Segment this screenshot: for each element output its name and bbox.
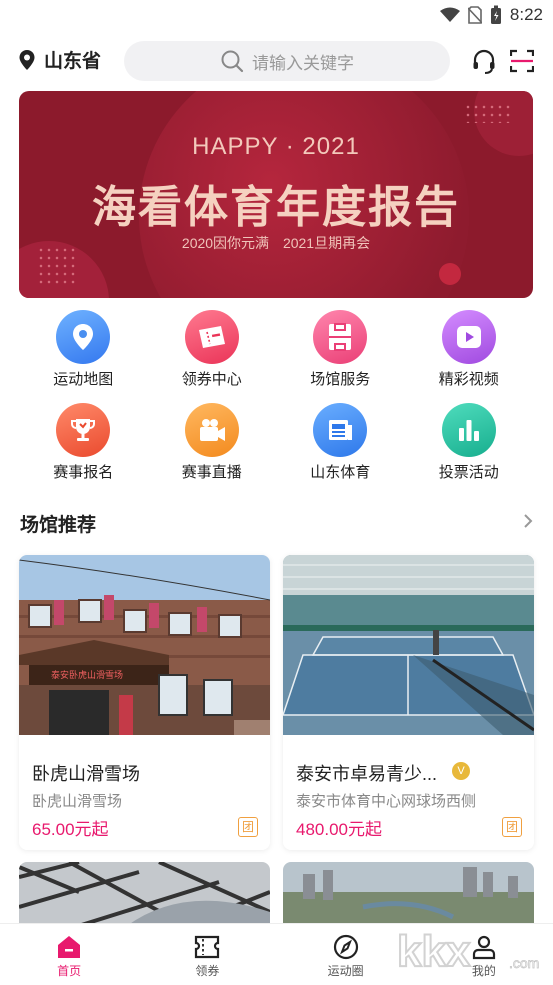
wifi-icon — [439, 7, 460, 22]
customer-service-icon[interactable] — [471, 49, 497, 75]
chevron-right-icon[interactable] — [522, 512, 534, 530]
map-pin-icon — [56, 310, 111, 364]
venue-card[interactable]: 泰安市卓易青少... V 泰安市体育中心网球场西侧 480.00元起 团 — [283, 555, 534, 850]
grid-item-highlight-video[interactable]: 精彩视频 — [405, 310, 534, 389]
scan-icon[interactable] — [510, 49, 534, 73]
location-pin-icon — [19, 49, 35, 70]
grid-item-voting[interactable]: 投票活动 — [405, 403, 534, 482]
location-label: 山东省 — [44, 51, 102, 72]
venue-name: 泰安市卓易青少... — [296, 764, 438, 784]
watermark-domain: .com — [509, 955, 539, 971]
search-icon — [221, 50, 244, 73]
group-buy-badge: 团 — [502, 817, 522, 837]
grid-label: 场馆服务 — [310, 371, 371, 388]
grid-label: 领券中心 — [181, 371, 242, 388]
venue-image — [283, 555, 534, 735]
verified-badge-icon: V — [452, 762, 470, 780]
venue-price: 480.00元起 — [296, 820, 382, 839]
news-icon — [313, 403, 368, 457]
banner-title: 海看体育年度报告 — [92, 183, 460, 232]
venue-recommend-header[interactable]: 场馆推荐 — [20, 510, 534, 540]
venue-name: 卧虎山滑雪场 — [32, 764, 140, 784]
grid-item-sports-map[interactable]: 运动地图 — [19, 310, 148, 389]
grid-label: 精彩视频 — [438, 371, 499, 388]
venue-image: 泰安卧虎山滑雪场 — [19, 555, 270, 735]
promo-banner[interactable]: HAPPY · 2021 海看体育年度报告 2020因你元满 2021旦期再会 — [19, 91, 533, 298]
venue-sign-text: 泰安卧虎山滑雪场 — [51, 669, 123, 680]
venue-card-partial[interactable] — [283, 862, 534, 932]
court-icon — [313, 310, 368, 364]
grid-item-event-signup[interactable]: 赛事报名 — [19, 403, 148, 482]
clock: 8:22 — [509, 5, 543, 24]
banner-circle — [439, 263, 461, 285]
venue-price: 65.00元起 — [32, 820, 109, 839]
grid-label: 投票活动 — [438, 464, 499, 481]
search-input[interactable]: 请输入关键字 — [124, 41, 450, 81]
ticket-icon — [184, 310, 239, 364]
no-sim-icon — [467, 6, 482, 24]
home-icon — [58, 936, 81, 958]
tab-sports-circle[interactable]: 运动圈 — [277, 924, 415, 984]
banner-subtitle: 2020因你元满 2021旦期再会 — [181, 235, 371, 251]
camera-icon — [184, 403, 239, 457]
venue-address: 卧虎山滑雪场 — [32, 793, 123, 810]
grid-item-live-stream[interactable]: 赛事直播 — [148, 403, 277, 482]
tab-label: 首页 — [57, 964, 82, 978]
battery-icon — [490, 5, 501, 24]
venue-image — [19, 862, 270, 932]
grid-label: 赛事直播 — [181, 464, 242, 481]
tab-coupon[interactable]: 领券 — [138, 924, 276, 984]
section-title: 场馆推荐 — [20, 515, 97, 536]
top-bar: 山东省 请输入关键字 — [0, 38, 553, 84]
banner-dots — [464, 103, 512, 123]
venue-card-partial[interactable] — [19, 862, 270, 932]
watermark-text: kkx — [397, 927, 471, 976]
grid-label: 山东体育 — [310, 464, 371, 481]
grid-item-coupon-center[interactable]: 领券中心 — [148, 310, 277, 389]
location-selector[interactable]: 山东省 — [18, 46, 101, 73]
function-grid: 运动地图 领券中心 场馆服务 精彩视频 赛事报名 赛事直播 山东体育 投票活动 — [19, 310, 533, 482]
compass-icon — [333, 934, 358, 960]
group-buy-badge: 团 — [238, 817, 258, 837]
search-placeholder: 请输入关键字 — [252, 53, 354, 73]
grid-item-venue-service[interactable]: 场馆服务 — [276, 310, 405, 389]
trophy-icon — [56, 403, 111, 457]
coupon-icon — [195, 935, 220, 959]
tab-label: 领券 — [195, 964, 220, 978]
venue-address: 泰安市体育中心网球场西侧 — [296, 793, 477, 810]
venue-image — [283, 862, 534, 932]
venue-card[interactable]: 泰安卧虎山滑雪场 卧虎山滑雪场 卧虎山滑雪场 65.00元起 团 — [19, 555, 270, 850]
tab-label: 运动圈 — [327, 964, 364, 978]
banner-happy-text: HAPPY · 2021 — [192, 133, 360, 160]
grid-item-shandong-sports[interactable]: 山东体育 — [276, 403, 405, 482]
status-bar: 8:22 — [0, 0, 553, 32]
tab-home[interactable]: 首页 — [0, 924, 138, 984]
grid-label: 赛事报名 — [53, 464, 114, 481]
video-play-icon — [441, 310, 496, 364]
watermark-logo: kkx .com — [396, 924, 547, 980]
bar-chart-icon — [441, 403, 496, 457]
grid-label: 运动地图 — [53, 371, 114, 388]
